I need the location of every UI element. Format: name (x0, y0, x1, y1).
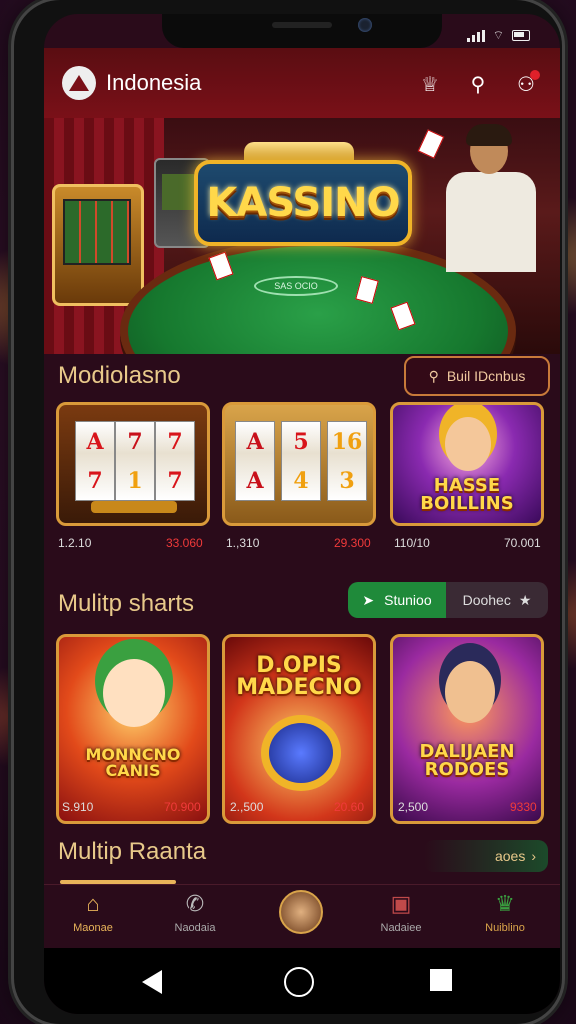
speaker (272, 22, 332, 28)
front-camera (358, 18, 372, 32)
back-icon[interactable] (142, 970, 162, 994)
nav-label: Nadaiee (380, 922, 422, 934)
game-5-price: 20.60 (334, 800, 365, 814)
character-illustration (445, 661, 495, 723)
gift-icon: ▣ (390, 891, 412, 916)
segment-control: ➤ Stunioo Doohec ★ (348, 582, 548, 618)
phone-frame: ⌔ Indonesia ♕ ⚲ ⚇ SAS OCIO KASSINO Modio… (14, 0, 562, 1024)
see-more-button[interactable]: aoes › (424, 840, 548, 872)
see-more-label: aoes (494, 848, 526, 864)
battery-icon (512, 30, 530, 41)
tab-label: Doohec (462, 592, 511, 608)
game-title: DALIJAEN RODOES (419, 741, 515, 780)
reel: 16 3 (327, 421, 367, 501)
avatar-icon (279, 890, 323, 934)
reel: 77 (155, 421, 195, 501)
pin-icon[interactable]: ⚲ (464, 70, 492, 98)
game-4-stats: S.910 (62, 800, 94, 814)
arrow-icon: ➤ (362, 591, 375, 608)
game-2-price: 29.300 (334, 536, 371, 550)
notification-dot (530, 70, 540, 80)
nav-item-home[interactable]: ⌂ Maonae (48, 890, 138, 946)
notification-user-icon[interactable]: ⚇ (512, 70, 540, 98)
reel: A7 (75, 421, 115, 501)
game-title: MONNCNO CANIS (85, 745, 181, 780)
home-circle-icon[interactable] (284, 967, 314, 997)
home-icon: ⌂ (86, 891, 100, 916)
app-header: Indonesia ♕ ⚲ ⚇ (44, 48, 560, 118)
reel: AA (235, 421, 275, 501)
game-1-stats: 1.2.10 (58, 536, 92, 550)
app-screen: ⌔ Indonesia ♕ ⚲ ⚇ SAS OCIO KASSINO Modio… (44, 14, 560, 1014)
banner-title-text: KASSINO (206, 180, 400, 226)
header-actions: ♕ ⚲ ⚇ (416, 70, 540, 98)
reel: 54 (281, 421, 321, 501)
game-3-price: 70.001 (504, 536, 541, 550)
game-tile-dalijaen-rodoes[interactable]: DALIJAEN RODOES (390, 634, 544, 824)
section-title-2: Mulitp sharts (58, 590, 195, 617)
crown-badge-icon[interactable]: ♕ (416, 70, 444, 98)
wifi-icon: ⌔ (492, 28, 504, 42)
section-title-1: Modiolasno (58, 362, 181, 389)
section-title-3: Multip Raanta (58, 838, 207, 865)
system-navigation-bar (44, 948, 560, 1014)
game-4-price: 70.900 (164, 800, 201, 814)
game-6-stats: 2,500 (398, 800, 429, 814)
game-tile-hasse-boillins[interactable]: HASSE BOILLINS (390, 402, 544, 526)
game-tile-monncno-canis[interactable]: MONNCNO CANIS (56, 634, 210, 824)
character-illustration (103, 659, 165, 727)
nav-item-center[interactable] (256, 890, 346, 946)
slot-machine-illustration (52, 184, 144, 306)
app-title: Indonesia (106, 70, 202, 95)
app-logo[interactable] (62, 66, 96, 100)
tab-stunioo[interactable]: ➤ Stunioo (348, 582, 446, 618)
nav-item-nuiblino[interactable]: ♛ Nuiblino (460, 890, 550, 946)
game-title: D.OPIS MADECNO (236, 653, 362, 700)
table-label: SAS OCIO (254, 276, 338, 296)
tab-doohec[interactable]: Doohec ★ (446, 582, 548, 618)
status-bar: ⌔ (466, 28, 530, 43)
signal-icon (466, 29, 485, 42)
dealer-illustration (436, 124, 544, 288)
nav-label: Maonae (73, 922, 113, 934)
reel-plate (91, 501, 177, 513)
game-title: HASSE BOILLINS (420, 475, 514, 514)
character-illustration (445, 417, 491, 471)
star-icon: ★ (518, 591, 532, 608)
game-6-price: 9330 (510, 800, 537, 814)
nav-label: Nuiblino (485, 922, 525, 934)
hero-banner[interactable]: SAS OCIO KASSINO (44, 118, 560, 354)
game-tile-slot-1[interactable]: A7 71 77 (56, 402, 210, 526)
search-icon: ⚲ (428, 367, 439, 384)
game-tile-dopis-madecno[interactable]: D.OPIS MADECNO (222, 634, 376, 824)
search-button[interactable]: ⚲ Buil IDcnbus (404, 356, 550, 396)
trophy-icon: ♛ (495, 891, 515, 916)
tab-label: Stunioo (384, 592, 432, 608)
search-label: Buil IDcnbus (446, 368, 526, 384)
nav-label: Naodaia (174, 922, 216, 934)
recents-icon[interactable] (430, 969, 452, 991)
game-2-stats: 1.,310 (226, 536, 260, 550)
game-tile-slot-2[interactable]: AA 54 16 3 (222, 402, 376, 526)
nav-item-nadaiee[interactable]: ▣ Nadaiee (356, 890, 446, 946)
nav-item-naodaia[interactable]: ✆ Naodaia (150, 890, 240, 946)
nav-active-indicator (60, 880, 176, 884)
phone-icon: ✆ (185, 891, 205, 916)
game-1-price: 33.060 (166, 536, 203, 550)
game-5-stats: 2.,500 (230, 800, 264, 814)
banner-title: KASSINO (194, 160, 412, 246)
orb-illustration (269, 723, 333, 783)
game-3-stats: 110/10 (394, 536, 430, 550)
chevron-right-icon: › (531, 848, 536, 864)
reel: 71 (115, 421, 155, 501)
notch (162, 14, 442, 48)
